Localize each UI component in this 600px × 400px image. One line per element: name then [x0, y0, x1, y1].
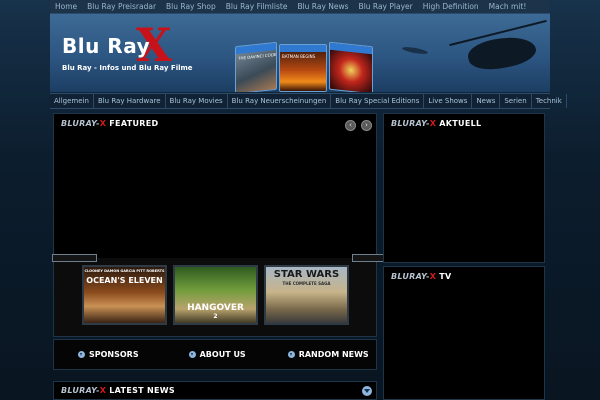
nav-special-editions[interactable]: Blu Ray Special Editions — [331, 94, 425, 108]
chevron-down-icon — [78, 351, 85, 358]
topnav-high-definition[interactable]: High Definition — [418, 0, 484, 13]
random-news-link[interactable]: RANDOM NEWS — [287, 350, 369, 359]
topnav-player[interactable]: Blu Ray Player — [354, 0, 418, 13]
topnav-filmliste[interactable]: Blu Ray Filmliste — [221, 0, 293, 13]
featured-thumb-oceans-eleven[interactable]: CLOONEY DAMON GARCIA PITT ROBERTS OCEAN'… — [82, 265, 167, 325]
nav-hardware[interactable]: Blu Ray Hardware — [94, 94, 166, 108]
nav-neuerscheinungen[interactable]: Blu Ray Neuerscheinungen — [228, 94, 332, 108]
tv-panel: BLURAY-X TV — [383, 266, 545, 400]
header-banner: X Blu Ray Blu Ray - Infos und Blu Ray Fi… — [50, 14, 550, 92]
sponsors-link[interactable]: SPONSORS — [78, 350, 139, 359]
featured-panel: BLURAY-X FEATURED ‹ › CLOONEY DAMON GARC… — [52, 113, 397, 337]
nav-live-shows[interactable]: Live Shows — [424, 94, 473, 108]
site-tagline: Blu Ray - Infos und Blu Ray Filme — [62, 64, 193, 72]
topnav-home[interactable]: Home — [50, 0, 82, 13]
slider-next-button[interactable]: › — [361, 120, 372, 131]
nav-news[interactable]: News — [472, 94, 501, 108]
nav-technik[interactable]: Technik — [532, 94, 567, 108]
featured-thumb-star-wars[interactable]: STAR WARS THE COMPLETE SAGA — [264, 265, 349, 325]
site-logo[interactable]: Blu Ray — [62, 34, 150, 58]
top-navigation: Home Blu Ray Preisradar Blu Ray Shop Blu… — [50, 0, 550, 14]
disc-cover-icon: BATMAN BEGINS — [279, 44, 327, 92]
category-navigation: Allgemein Blu Ray Hardware Blu Ray Movie… — [50, 93, 567, 109]
slider-left-bar — [52, 254, 97, 262]
aktuell-panel: BLURAY-X AKTUELL — [383, 113, 545, 263]
aktuell-title: BLURAY-X AKTUELL — [391, 119, 482, 128]
expand-icon[interactable] — [362, 386, 372, 396]
nav-movies[interactable]: Blu Ray Movies — [166, 94, 228, 108]
slider-prev-button[interactable]: ‹ — [345, 120, 356, 131]
about-us-link[interactable]: ABOUT US — [188, 350, 246, 359]
topnav-shop[interactable]: Blu Ray Shop — [161, 0, 221, 13]
latest-news-panel: BLURAY-X LATEST NEWS — [53, 381, 377, 400]
featured-slider[interactable] — [54, 114, 376, 258]
topnav-preisradar[interactable]: Blu Ray Preisradar — [82, 0, 161, 13]
chevron-down-icon — [287, 351, 295, 358]
disc-cover-icon: THE DAVINCI CODE — [235, 41, 277, 92]
page-wrapper: Home Blu Ray Preisradar Blu Ray Shop Blu… — [50, 0, 567, 400]
chevron-down-icon — [188, 351, 196, 358]
nav-serien[interactable]: Serien — [500, 94, 532, 108]
topnav-mach-mit[interactable]: Mach mit! — [484, 0, 532, 13]
disc-cover-icon — [329, 41, 373, 92]
footer-links-bar: SPONSORS ABOUT US RANDOM NEWS — [53, 339, 377, 370]
latest-news-title: BLURAY-X LATEST NEWS — [61, 386, 175, 395]
topnav-news[interactable]: Blu Ray News — [292, 0, 353, 13]
jet-icon — [401, 45, 429, 56]
featured-title: BLURAY-X FEATURED — [61, 119, 159, 128]
nav-allgemein[interactable]: Allgemein — [50, 94, 94, 108]
tv-title: BLURAY-X TV — [391, 272, 452, 281]
featured-thumb-hangover[interactable]: HANGOVER 2 — [173, 265, 258, 325]
